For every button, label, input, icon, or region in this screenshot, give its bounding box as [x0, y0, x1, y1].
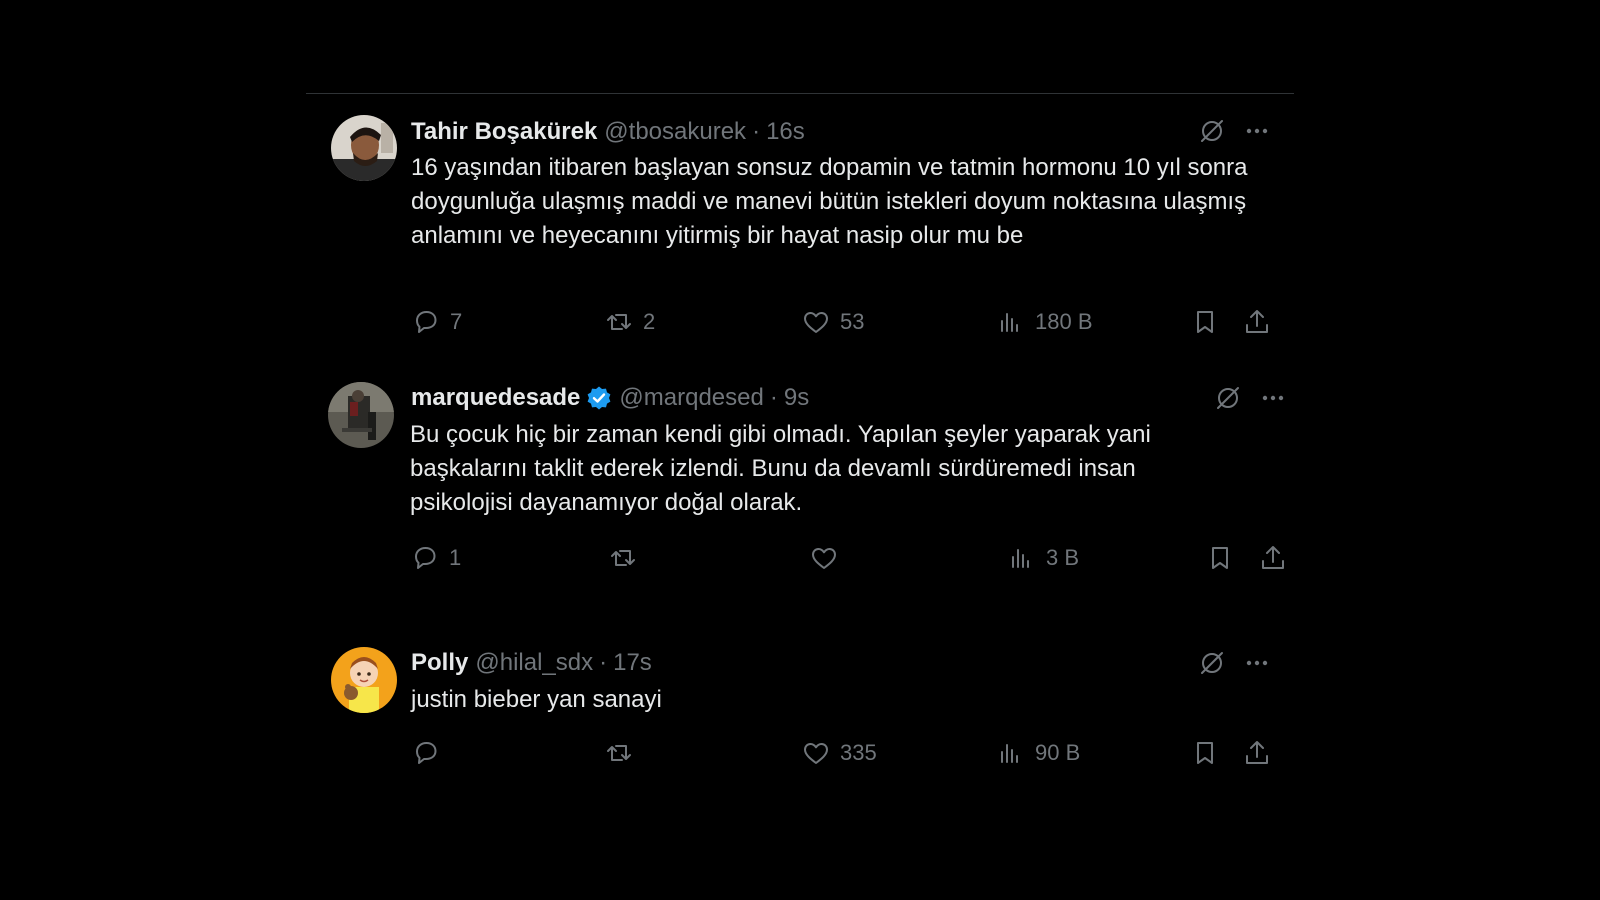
user-handle[interactable]: @tbosakurek [604, 117, 746, 147]
grok-icon[interactable] [1214, 384, 1242, 412]
repost-icon [607, 314, 631, 330]
views-button[interactable]: 90 B [996, 736, 1080, 770]
repost-count: 2 [643, 309, 656, 334]
bookmark-icon [1197, 742, 1213, 764]
tweet-text: 16 yaşından itibaren başlayan sonsuz dop… [411, 154, 1248, 249]
share-icon [1246, 310, 1268, 333]
reply-icon [416, 311, 437, 333]
bookmark-button[interactable] [1205, 541, 1235, 575]
repost-icon [611, 550, 635, 566]
tweet-top-actions [1198, 117, 1271, 145]
divider [306, 93, 1294, 94]
views-icon [1012, 549, 1029, 568]
reply-button[interactable]: 1 [410, 541, 461, 575]
heart-icon [804, 312, 828, 333]
bookmark-icon [1197, 311, 1213, 333]
reply-count: 7 [450, 309, 463, 334]
heart-icon [804, 743, 828, 764]
avatar[interactable] [331, 115, 397, 181]
heart-icon [812, 548, 836, 569]
separator-dot: · [752, 118, 761, 145]
like-count: 53 [840, 309, 865, 334]
tweet-actions: 7 2 53 180 B [0, 305, 1600, 339]
views-count: 3 B [1046, 545, 1080, 570]
views-count: 90 B [1035, 740, 1081, 765]
more-options-icon[interactable] [1259, 384, 1287, 412]
views-icon [1001, 744, 1018, 763]
tweet-top-actions [1214, 384, 1287, 412]
reply-button[interactable] [411, 736, 450, 770]
timestamp[interactable]: 16s [766, 117, 805, 147]
user-handle[interactable]: @hilal_sdx [475, 648, 593, 678]
reply-count: 1 [449, 545, 462, 570]
like-button[interactable]: 335 [801, 736, 877, 770]
like-button[interactable] [809, 541, 848, 575]
tweet-actions: 335 90 B [0, 736, 1600, 770]
reply-icon [415, 547, 436, 569]
views-button[interactable]: 3 B [1007, 541, 1079, 575]
separator-dot: · [599, 649, 608, 676]
tweet-header: Tahir Boşakürek @tbosakurek · 16s [411, 117, 805, 147]
share-icon [1246, 741, 1268, 764]
reply-icon [416, 742, 437, 764]
timestamp[interactable]: 9s [784, 383, 809, 413]
display-name[interactable]: Tahir Boşakürek [411, 117, 597, 147]
repost-button[interactable] [604, 736, 643, 770]
bookmark-icon [1212, 547, 1228, 569]
separator-dot: · [769, 384, 778, 411]
display-name[interactable]: Polly [411, 648, 468, 678]
timestamp[interactable]: 17s [613, 648, 652, 678]
repost-icon [607, 745, 631, 761]
bookmark-button[interactable] [1190, 736, 1220, 770]
repost-button[interactable] [608, 541, 647, 575]
tweet-text: Bu çocuk hiç bir zaman kendi gibi olmadı… [410, 421, 1151, 516]
views-button[interactable]: 180 B [996, 305, 1093, 339]
tweet-top-actions [1198, 649, 1271, 677]
repost-button[interactable]: 2 [604, 305, 655, 339]
tweet-thread: Tahir Boşakürek @tbosakurek · 16s 16 yaş… [0, 0, 1600, 900]
share-button[interactable] [1242, 305, 1272, 339]
views-count: 180 B [1035, 309, 1093, 334]
share-button[interactable] [1258, 541, 1288, 575]
tweet-text: justin bieber yan sanayi [411, 686, 662, 713]
verified-badge-icon [586, 385, 612, 411]
like-button[interactable]: 53 [801, 305, 864, 339]
user-handle[interactable]: @marqdesed [619, 383, 763, 413]
avatar[interactable] [331, 647, 397, 713]
share-button[interactable] [1242, 736, 1272, 770]
avatar[interactable] [328, 382, 394, 448]
reply-button[interactable]: 7 [411, 305, 462, 339]
like-count: 335 [840, 740, 877, 765]
grok-icon[interactable] [1198, 649, 1226, 677]
share-icon [1262, 546, 1284, 569]
more-options-icon[interactable] [1243, 649, 1271, 677]
tweet-actions: 1 3 B [0, 541, 1600, 575]
tweet-header: marquedesade @marqdesed · 9s [411, 383, 809, 413]
grok-icon[interactable] [1198, 117, 1226, 145]
more-options-icon[interactable] [1243, 117, 1271, 145]
display-name[interactable]: marquedesade [411, 383, 580, 413]
views-icon [1001, 313, 1018, 332]
tweet-header: Polly @hilal_sdx · 17s [411, 648, 652, 678]
bookmark-button[interactable] [1190, 305, 1220, 339]
